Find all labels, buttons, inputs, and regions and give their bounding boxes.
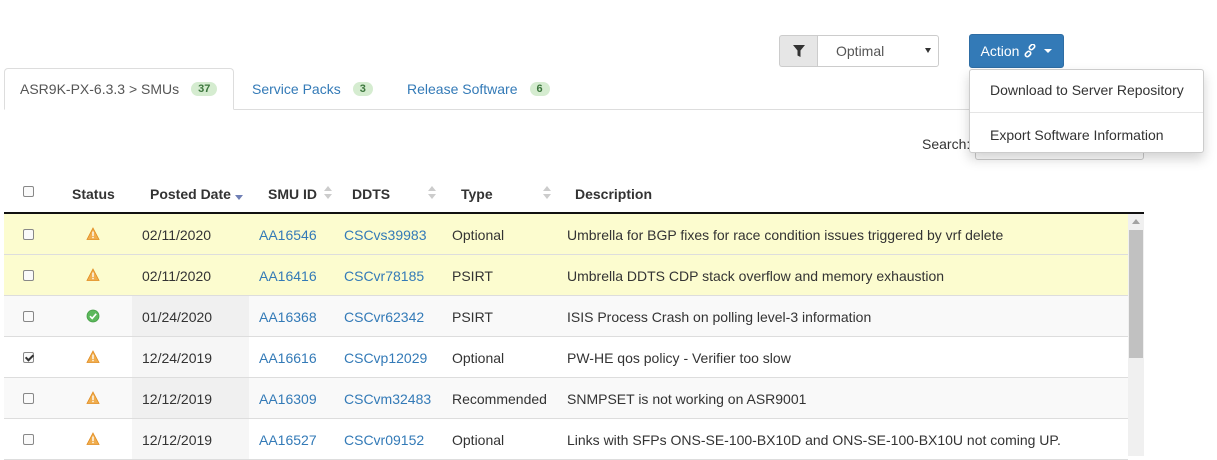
table-scrollbar[interactable]: [1128, 214, 1144, 456]
tab-service-packs[interactable]: Service Packs 3: [237, 68, 388, 110]
tab-smus-count: 37: [191, 82, 218, 96]
table-row[interactable]: 01/24/2020 AA16368 CSCvr62342 PSIRT ISIS…: [4, 296, 1128, 337]
action-button-label: Action: [980, 43, 1020, 59]
table-row[interactable]: 12/12/2019 AA16309 CSCvm32483 Recommende…: [4, 378, 1128, 419]
caret-down-icon: [1044, 49, 1053, 53]
description-cell: Umbrella DDTS CDP stack overflow and mem…: [567, 268, 945, 284]
type-cell: Optional: [452, 227, 505, 243]
tab-release-software-label: Release Software: [407, 81, 518, 97]
action-dropdown-menu: Download to Server Repository Export Sof…: [969, 69, 1204, 153]
posted-date-cell: 01/24/2020: [142, 309, 213, 325]
row-checkbox[interactable]: [23, 311, 34, 322]
warning-icon: [86, 350, 100, 363]
description-cell: Umbrella for BGP fixes for race conditio…: [567, 227, 1004, 243]
smu-id-link[interactable]: AA16527: [259, 432, 317, 448]
link-icon: [1024, 44, 1036, 58]
header-description[interactable]: Description: [575, 186, 652, 202]
type-cell: Recommended: [452, 391, 547, 407]
row-checkbox[interactable]: [23, 270, 34, 281]
description-cell: PW-HE qos policy - Verifier too slow: [567, 350, 791, 366]
row-checkbox[interactable]: [23, 352, 34, 363]
search-label: Search:: [922, 136, 971, 152]
table-row[interactable]: 02/11/2020 AA16546 CSCvs39983 Optional U…: [4, 214, 1128, 255]
tab-release-software-count: 6: [529, 82, 550, 96]
description-cell: ISIS Process Crash on polling level-3 in…: [567, 309, 872, 325]
tab-smus-label: ASR9K-PX-6.3.3 > SMUs: [20, 81, 180, 97]
posted-date-cell: 12/12/2019: [142, 391, 213, 407]
smu-id-link[interactable]: AA16416: [259, 268, 317, 284]
filter-icon: [792, 44, 805, 57]
warning-icon: [86, 227, 100, 240]
header-smu-id[interactable]: SMU ID: [268, 186, 317, 202]
smu-id-link[interactable]: AA16616: [259, 350, 317, 366]
type-cell: PSIRT: [452, 309, 493, 325]
ddts-link[interactable]: CSCvs39983: [344, 227, 427, 243]
ddts-link[interactable]: CSCvp12029: [344, 350, 427, 366]
smu-id-link[interactable]: AA16309: [259, 391, 317, 407]
smu-id-link[interactable]: AA16368: [259, 309, 317, 325]
header-posted-date[interactable]: Posted Date: [150, 186, 231, 202]
posted-date-cell: 12/12/2019: [142, 432, 213, 448]
type-cell: Optional: [452, 350, 505, 366]
type-cell: PSIRT: [452, 268, 493, 284]
menu-item-export[interactable]: Export Software Information: [990, 127, 1164, 143]
type-cell: Optional: [452, 432, 505, 448]
tab-service-packs-count: 3: [352, 82, 373, 96]
check-circle-icon: [86, 309, 100, 323]
table-row[interactable]: 12/24/2019 AA16616 CSCvp12029 Optional P…: [4, 337, 1128, 378]
menu-divider: [970, 112, 1203, 113]
description-cell: Links with SFPs ONS-SE-100-BX10D and ONS…: [567, 432, 1061, 448]
table-row[interactable]: 12/12/2019 AA16527 CSCvr09152 Optional L…: [4, 419, 1128, 460]
row-checkbox[interactable]: [23, 229, 34, 240]
row-checkbox[interactable]: [23, 393, 34, 404]
sort-icon: [324, 186, 332, 200]
tab-service-packs-label: Service Packs: [252, 81, 341, 97]
scroll-up-arrow-icon[interactable]: [1132, 219, 1140, 224]
row-checkbox[interactable]: [23, 434, 34, 445]
mode-select[interactable]: Optimal: [817, 35, 939, 67]
menu-item-download[interactable]: Download to Server Repository: [990, 82, 1184, 98]
table-row[interactable]: 02/11/2020 AA16416 CSCvr78185 PSIRT Umbr…: [4, 255, 1128, 296]
ddts-link[interactable]: CSCvr09152: [344, 432, 424, 448]
sort-desc-icon: [235, 187, 243, 201]
filter-button[interactable]: [779, 35, 817, 67]
header-type[interactable]: Type: [461, 186, 493, 202]
warning-icon: [86, 268, 100, 281]
tab-smus[interactable]: ASR9K-PX-6.3.3 > SMUs 37: [4, 68, 234, 110]
select-all-checkbox[interactable]: [23, 186, 34, 197]
warning-icon: [86, 432, 100, 445]
description-cell: SNMPSET is not working on ASR9001: [567, 391, 807, 407]
action-button[interactable]: Action: [969, 34, 1064, 68]
header-ddts[interactable]: DDTS: [352, 186, 390, 202]
warning-icon: [86, 391, 100, 404]
posted-date-cell: 02/11/2020: [142, 268, 212, 284]
header-status[interactable]: Status: [72, 186, 115, 202]
posted-date-cell: 12/24/2019: [142, 350, 213, 366]
table-header: Status Posted Date SMU ID DDTS Type Desc…: [4, 172, 1144, 214]
ddts-link[interactable]: CSCvm32483: [344, 391, 431, 407]
sort-icon: [428, 186, 436, 200]
chevron-down-icon: [925, 48, 931, 53]
scroll-thumb[interactable]: [1129, 230, 1143, 358]
smu-id-link[interactable]: AA16546: [259, 227, 317, 243]
ddts-link[interactable]: CSCvr62342: [344, 309, 424, 325]
mode-select-value: Optimal: [836, 43, 885, 59]
ddts-link[interactable]: CSCvr78185: [344, 268, 424, 284]
posted-date-cell: 02/11/2020: [142, 227, 212, 243]
sort-icon: [543, 186, 551, 200]
tab-release-software[interactable]: Release Software 6: [392, 68, 565, 110]
